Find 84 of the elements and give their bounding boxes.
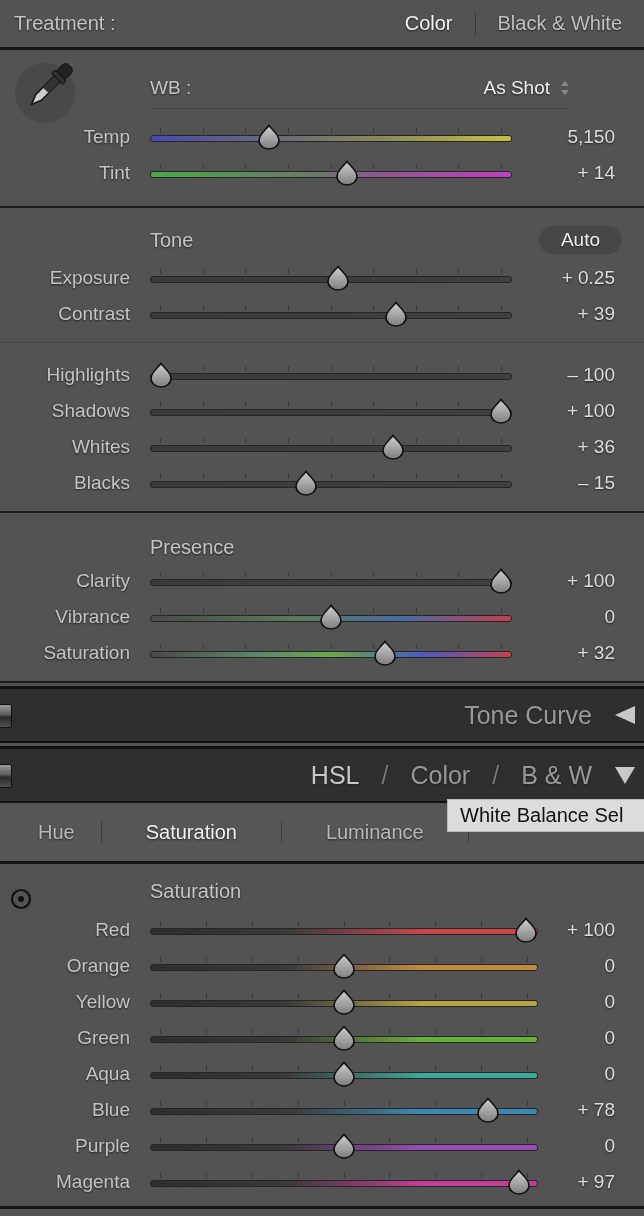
slider-thumb[interactable] xyxy=(319,604,343,630)
slider-value: + 32 xyxy=(577,642,616,664)
panel-tab[interactable]: HSL xyxy=(310,760,360,790)
slider-value: 5,150 xyxy=(567,126,616,148)
slider-thumb[interactable] xyxy=(489,568,514,594)
target-icon[interactable] xyxy=(10,888,32,910)
updown-icon xyxy=(560,80,570,96)
slider-value: + 39 xyxy=(577,303,616,325)
slider-value: 0 xyxy=(604,955,616,977)
slider-label: Blue xyxy=(91,1099,131,1121)
section-title: Presence xyxy=(150,535,235,559)
slider-value: 0 xyxy=(604,1027,616,1049)
slider-label: Exposure xyxy=(49,267,131,289)
slider-value: + 14 xyxy=(577,162,616,184)
slider-value: – 100 xyxy=(567,364,616,386)
slider-thumb[interactable] xyxy=(332,1025,356,1051)
slider-value: – 15 xyxy=(578,472,616,494)
slider-label: Blacks xyxy=(74,472,131,494)
slider-label: Red xyxy=(95,919,131,941)
treatment-option[interactable]: Black & White xyxy=(497,12,622,35)
slider-thumb[interactable] xyxy=(293,470,318,496)
slider-label: Shadows xyxy=(51,400,131,422)
slider-label: Tint xyxy=(99,162,131,184)
tab[interactable]: Hue xyxy=(38,820,75,844)
slider-value: + 36 xyxy=(577,436,616,458)
slider-label: Clarity xyxy=(76,570,131,592)
slider-value: 0 xyxy=(604,1135,616,1157)
slider-thumb[interactable] xyxy=(475,1097,500,1123)
panel-tab[interactable]: Color xyxy=(410,760,471,790)
section-title: Saturation xyxy=(150,880,242,902)
wb-label: WB : xyxy=(150,77,192,99)
slider-value: + 100 xyxy=(566,400,616,422)
collapse-triangle-icon[interactable] xyxy=(614,765,636,785)
slider-thumb[interactable] xyxy=(257,124,282,150)
tab[interactable]: Saturation xyxy=(145,820,237,844)
slider-label: Saturation xyxy=(43,642,131,664)
slider-value: + 0.25 xyxy=(561,267,616,289)
slider-value: + 100 xyxy=(566,570,616,592)
slider-label: Magenta xyxy=(56,1171,131,1193)
expand-triangle-icon[interactable] xyxy=(614,705,636,725)
slider-label: Green xyxy=(77,1027,131,1049)
separator: / xyxy=(492,760,500,790)
slider-label: Aqua xyxy=(85,1063,131,1085)
panel-tab[interactable]: B & W xyxy=(521,760,592,790)
slider-thumb[interactable] xyxy=(514,917,539,943)
slider-thumb[interactable] xyxy=(332,1133,356,1159)
slider-thumb[interactable] xyxy=(326,265,351,291)
slider-label: Temp xyxy=(83,126,131,148)
slider-thumb[interactable] xyxy=(380,434,405,460)
slider-thumb[interactable] xyxy=(332,1061,356,1087)
treatment-option[interactable]: Color xyxy=(404,12,453,35)
slider-thumb[interactable] xyxy=(384,301,409,327)
panel-header[interactable]: Tone Curve xyxy=(0,686,644,743)
panel-switch[interactable] xyxy=(0,764,12,788)
slider-label: Whites xyxy=(71,436,131,458)
auto-button[interactable]: Auto xyxy=(538,226,622,254)
slider-value: 0 xyxy=(604,606,616,628)
slider-value: 0 xyxy=(604,991,616,1013)
slider-label: Vibrance xyxy=(55,606,131,628)
slider-label: Yellow xyxy=(75,991,131,1013)
slider-label: Purple xyxy=(75,1135,131,1157)
slider-value: 0 xyxy=(604,1063,616,1085)
slider-thumb[interactable] xyxy=(332,953,356,979)
slider-thumb[interactable] xyxy=(489,398,514,424)
slider-thumb[interactable] xyxy=(148,362,173,388)
slider-thumb[interactable] xyxy=(335,160,360,186)
slider-label: Orange xyxy=(66,955,131,977)
slider-thumb[interactable] xyxy=(373,640,398,666)
panel-switch[interactable] xyxy=(0,704,12,728)
slider-value: + 97 xyxy=(577,1171,616,1193)
slider-label: Highlights xyxy=(46,364,131,386)
slider-value: + 100 xyxy=(566,919,616,941)
panel-header[interactable]: HSL / Color / B & W xyxy=(0,746,644,803)
slider-thumb[interactable] xyxy=(332,989,356,1015)
slider-value: + 78 xyxy=(577,1099,616,1121)
wb-dropdown[interactable]: As Shot xyxy=(483,77,570,99)
treatment-label: Treatment : xyxy=(14,12,116,35)
tab[interactable]: Luminance xyxy=(325,820,424,844)
slider-label: Contrast xyxy=(58,303,131,325)
slider-thumb[interactable] xyxy=(506,1169,531,1195)
section-title: Tone xyxy=(150,228,194,252)
panel-tab[interactable]: Tone Curve xyxy=(464,700,592,730)
tooltip: White Balance Sel xyxy=(447,799,644,832)
separator: / xyxy=(381,760,389,790)
